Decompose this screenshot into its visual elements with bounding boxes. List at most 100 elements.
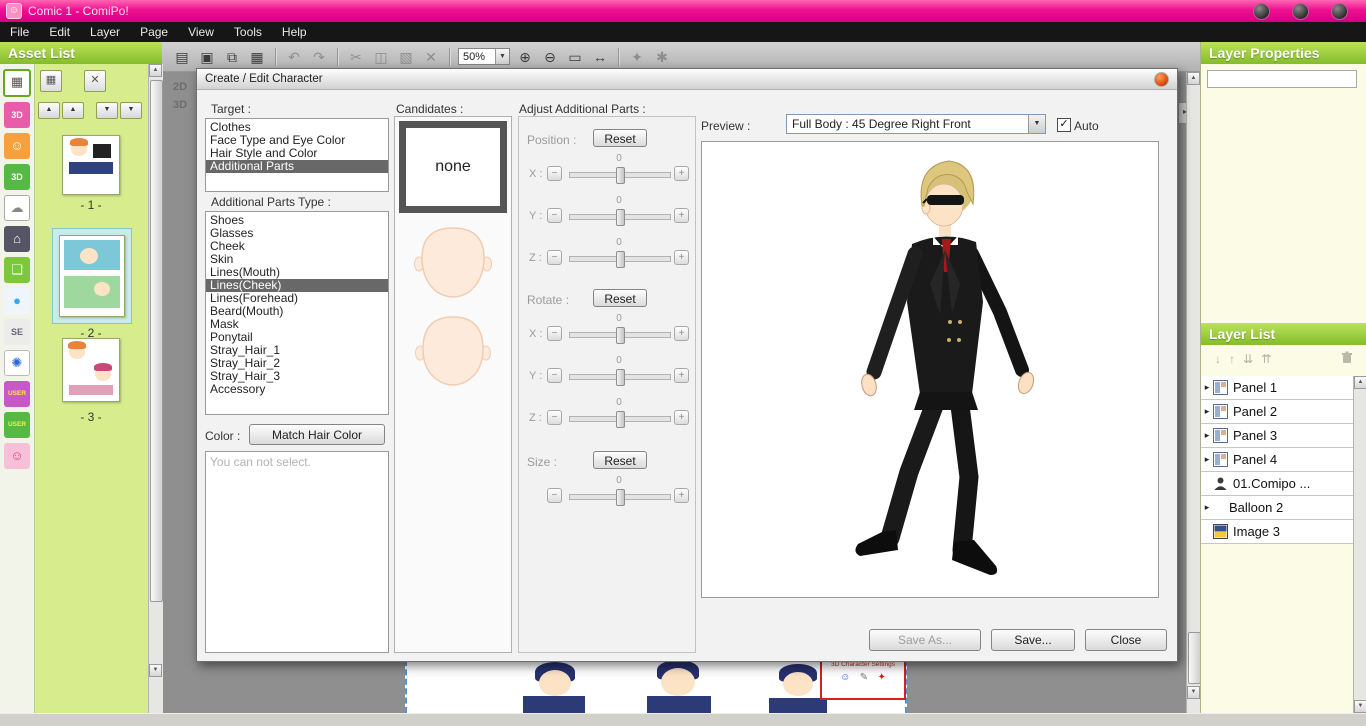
- layer-list-scrollbar[interactable]: ▲ ▼: [1353, 376, 1366, 713]
- scroll-down-icon[interactable]: ▼: [149, 664, 162, 677]
- selected-page-highlight[interactable]: [52, 228, 132, 324]
- delete-icon[interactable]: ✕: [421, 47, 441, 67]
- slider-thumb[interactable]: [616, 167, 625, 184]
- size-reset-button[interactable]: Reset: [593, 451, 647, 469]
- position-reset-button[interactable]: Reset: [593, 129, 647, 147]
- position-x-slider[interactable]: [569, 172, 671, 178]
- menu-file[interactable]: File: [0, 22, 39, 42]
- dialog-titlebar[interactable]: Create / Edit Character: [197, 69, 1177, 90]
- page-thumbnail[interactable]: [59, 235, 125, 317]
- position-y-slider[interactable]: [569, 214, 671, 220]
- expand-icon[interactable]: ▸: [1201, 454, 1213, 465]
- pose-edit-icon[interactable]: ✎: [860, 672, 868, 683]
- move-up-button[interactable]: ▲: [62, 102, 84, 119]
- sound-effect-icon[interactable]: SE: [4, 319, 30, 345]
- character-tool-icon[interactable]: ✦: [627, 47, 647, 67]
- rotate-reset-button[interactable]: Reset: [593, 289, 647, 307]
- rotate-z-slider[interactable]: [569, 416, 671, 422]
- zoom-out-icon[interactable]: ⊖: [540, 47, 560, 67]
- menu-tools[interactable]: Tools: [224, 22, 272, 42]
- face-settings-icon[interactable]: ☺: [840, 672, 850, 683]
- list-item[interactable]: Cheek: [206, 240, 388, 253]
- page-delete-icon[interactable]: ✕: [84, 70, 106, 92]
- page-thumbnail[interactable]: [62, 338, 120, 402]
- trash-icon[interactable]: [1341, 351, 1353, 367]
- expand-icon[interactable]: ▸: [1201, 502, 1213, 513]
- scroll-up-icon[interactable]: ▲: [1354, 376, 1366, 389]
- layer-properties-field[interactable]: [1207, 70, 1357, 88]
- move-down-button[interactable]: ▼: [96, 102, 118, 119]
- decrement-button[interactable]: −: [547, 208, 562, 223]
- size-slider[interactable]: [569, 494, 671, 500]
- user-3d-green-icon[interactable]: USER: [4, 412, 30, 438]
- increment-button[interactable]: +: [674, 488, 689, 503]
- cut-icon[interactable]: ✂: [346, 47, 366, 67]
- expand-icon[interactable]: ▸: [1201, 430, 1213, 441]
- zoom-level-dropdown[interactable]: 50% ▼: [458, 48, 510, 65]
- settings-tool-icon[interactable]: ✱: [652, 47, 672, 67]
- layer-row-balloon[interactable]: ▸ Balloon 2: [1201, 496, 1353, 520]
- increment-button[interactable]: +: [674, 326, 689, 341]
- layer-row-image[interactable]: Image 3: [1201, 520, 1353, 544]
- print-icon[interactable]: ▤: [172, 47, 192, 67]
- mode-2d-button[interactable]: 2D: [168, 80, 192, 95]
- canvas-vertical-scrollbar[interactable]: ▲ ▼: [1186, 72, 1201, 713]
- candidates-panel[interactable]: none: [394, 116, 512, 653]
- effect-drop-icon[interactable]: ●: [4, 288, 30, 314]
- increment-button[interactable]: +: [674, 410, 689, 425]
- candidate-face-thumbnail[interactable]: [403, 222, 503, 306]
- layer-move-bottom-icon[interactable]: ⇊: [1243, 352, 1253, 366]
- slider-thumb[interactable]: [616, 489, 625, 506]
- menu-view[interactable]: View: [178, 22, 224, 42]
- item-icon[interactable]: ❏: [4, 257, 30, 283]
- asset-list-scrollbar[interactable]: ▲ ▼: [148, 64, 163, 713]
- close-button[interactable]: [1331, 3, 1348, 20]
- expand-icon[interactable]: ▸: [1201, 382, 1213, 393]
- copy-icon[interactable]: ◫: [371, 47, 391, 67]
- slider-thumb[interactable]: [616, 251, 625, 268]
- user-3d-icon[interactable]: USER: [4, 381, 30, 407]
- fit-width-icon[interactable]: ↔: [590, 47, 610, 67]
- increment-button[interactable]: +: [674, 208, 689, 223]
- close-button[interactable]: Close: [1085, 629, 1167, 651]
- layer-move-up-icon[interactable]: ↑: [1229, 352, 1235, 366]
- extra-settings-icon[interactable]: ✦: [877, 672, 885, 683]
- menu-edit[interactable]: Edit: [39, 22, 80, 42]
- slider-thumb[interactable]: [616, 209, 625, 226]
- scroll-up-icon[interactable]: ▲: [1187, 72, 1200, 85]
- menu-help[interactable]: Help: [272, 22, 317, 42]
- rotate-x-slider[interactable]: [569, 332, 671, 338]
- redo-icon[interactable]: ↷: [309, 47, 329, 67]
- rotate-y-slider[interactable]: [569, 374, 671, 380]
- preview-angle-dropdown[interactable]: Full Body : 45 Degree Right Front ▼: [786, 114, 1046, 134]
- layer-row-panel-3[interactable]: ▸ Panel 3: [1201, 424, 1353, 448]
- parts-type-listbox[interactable]: Shoes Glasses Cheek Skin Lines(Mouth) Li…: [205, 211, 389, 415]
- move-top-button[interactable]: ▲: [38, 102, 60, 119]
- mode-3d-button[interactable]: 3D: [168, 98, 192, 113]
- decrement-button[interactable]: −: [547, 488, 562, 503]
- layer-row-panel-2[interactable]: ▸ Panel 2: [1201, 400, 1353, 424]
- save-as-button[interactable]: Save As...: [869, 629, 981, 651]
- minimize-button[interactable]: [1253, 3, 1270, 20]
- layer-row-panel-1[interactable]: ▸ Panel 1: [1201, 376, 1353, 400]
- chevron-down-icon[interactable]: ▼: [1028, 115, 1045, 133]
- user-character-icon[interactable]: ☺: [4, 443, 30, 469]
- move-bottom-button[interactable]: ▼: [120, 102, 142, 119]
- character-3d-icon[interactable]: 3D: [4, 102, 30, 128]
- decrement-button[interactable]: −: [547, 368, 562, 383]
- expand-icon[interactable]: ▸: [1201, 406, 1213, 417]
- save-button[interactable]: Save...: [991, 629, 1075, 651]
- fit-page-icon[interactable]: ▭: [565, 47, 585, 67]
- auto-checkbox[interactable]: ✓: [1057, 118, 1071, 132]
- menu-layer[interactable]: Layer: [80, 22, 130, 42]
- slider-thumb[interactable]: [616, 369, 625, 386]
- balloon-icon[interactable]: ☁: [4, 195, 30, 221]
- menu-page[interactable]: Page: [130, 22, 178, 42]
- save-icon[interactable]: ▣: [197, 47, 217, 67]
- layer-move-down-icon[interactable]: ↓: [1215, 352, 1221, 366]
- decrement-button[interactable]: −: [547, 410, 562, 425]
- target-listbox[interactable]: Clothes Face Type and Eye Color Hair Sty…: [205, 118, 389, 192]
- undo-icon[interactable]: ↶: [284, 47, 304, 67]
- chevron-down-icon[interactable]: ▼: [495, 49, 509, 64]
- scroll-down-icon[interactable]: ▼: [1354, 700, 1366, 713]
